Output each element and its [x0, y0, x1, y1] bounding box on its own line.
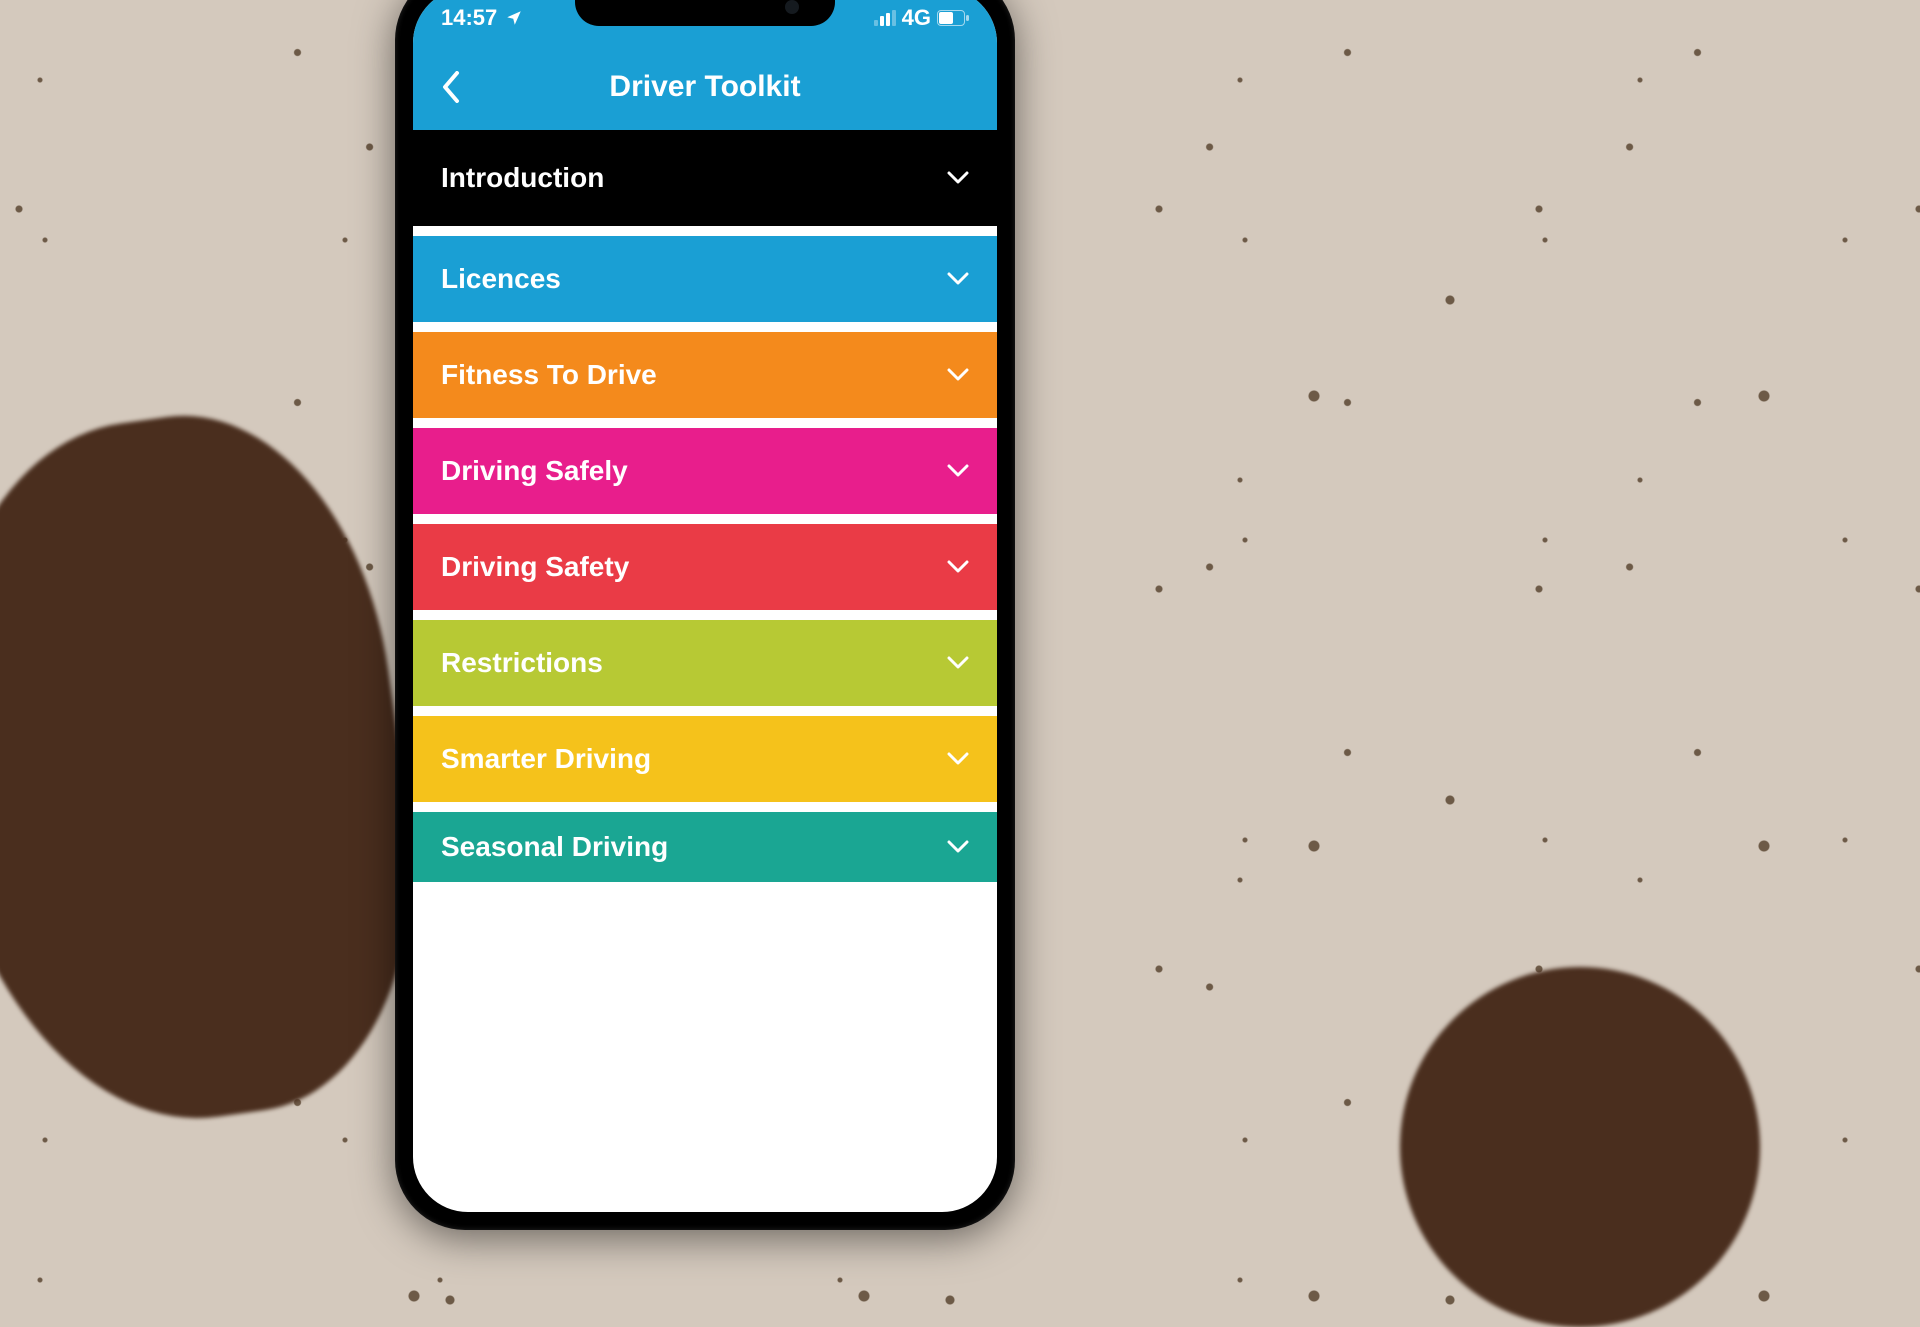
category-label: Fitness To Drive — [441, 359, 657, 391]
chevron-left-icon — [441, 71, 461, 103]
category-row-restrictions[interactable]: Restrictions — [413, 610, 997, 706]
phone-screen: 14:57 4G — [413, 0, 997, 1212]
chevron-down-icon — [947, 656, 969, 670]
category-label: Driving Safely — [441, 455, 628, 487]
page-title: Driver Toolkit — [413, 70, 997, 104]
category-row-fitness-to-drive[interactable]: Fitness To Drive — [413, 322, 997, 418]
location-icon — [505, 9, 523, 27]
chevron-down-icon — [947, 464, 969, 478]
category-row-driving-safely[interactable]: Driving Safely — [413, 418, 997, 514]
phone-notch — [575, 0, 835, 26]
category-row-driving-safety[interactable]: Driving Safety — [413, 514, 997, 610]
hand-right — [1400, 967, 1760, 1327]
chevron-down-icon — [947, 560, 969, 574]
hand-left — [0, 391, 446, 1148]
status-time: 14:57 — [441, 5, 497, 31]
phone-frame: 14:57 4G — [395, 0, 1015, 1230]
category-label: Licences — [441, 263, 561, 295]
category-list: Introduction Licences Fitness To Drive D… — [413, 130, 997, 882]
status-network: 4G — [902, 5, 931, 31]
app-header: Driver Toolkit — [413, 44, 997, 130]
chevron-down-icon — [947, 752, 969, 766]
category-row-introduction[interactable]: Introduction — [413, 130, 997, 226]
category-label: Restrictions — [441, 647, 603, 679]
signal-icon — [874, 10, 896, 26]
category-label: Smarter Driving — [441, 743, 651, 775]
category-row-seasonal-driving[interactable]: Seasonal Driving — [413, 802, 997, 882]
chevron-down-icon — [947, 368, 969, 382]
status-right: 4G — [874, 5, 969, 31]
chevron-down-icon — [947, 272, 969, 286]
battery-icon — [937, 10, 969, 26]
category-label: Introduction — [441, 162, 604, 194]
back-button[interactable] — [427, 63, 475, 111]
category-label: Driving Safety — [441, 551, 629, 583]
category-row-licences[interactable]: Licences — [413, 226, 997, 322]
chevron-down-icon — [947, 171, 969, 185]
category-row-smarter-driving[interactable]: Smarter Driving — [413, 706, 997, 802]
status-left: 14:57 — [441, 5, 523, 31]
chevron-down-icon — [947, 840, 969, 854]
category-label: Seasonal Driving — [441, 831, 668, 863]
